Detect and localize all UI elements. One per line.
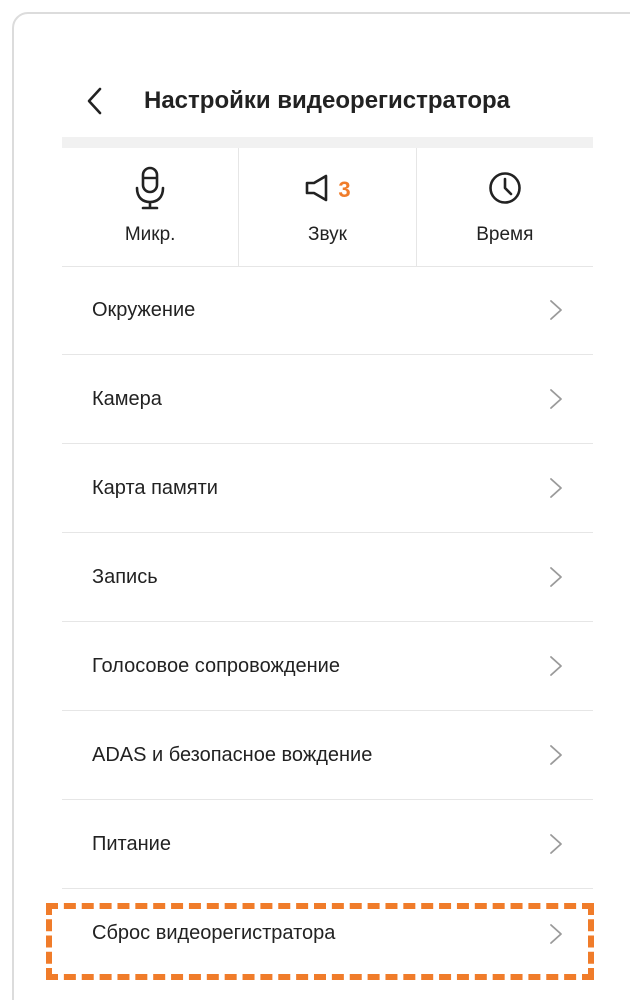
menu-item-label: Запись — [92, 565, 158, 588]
menu-item-camera[interactable]: Камера — [62, 355, 593, 444]
page-title: Настройки видеорегистратора — [144, 87, 511, 114]
quick-action-label: Микр. — [124, 224, 176, 245]
chevron-right-icon — [550, 656, 562, 676]
quick-action-label: Звук — [308, 224, 347, 245]
menu-item-power[interactable]: Питание — [62, 800, 593, 889]
quick-actions: Микр. 3 Звук Время — [62, 148, 593, 267]
section-divider — [62, 137, 593, 148]
menu-item-label: Питание — [92, 832, 171, 855]
menu-item-label: Камера — [92, 387, 162, 410]
chevron-right-icon — [550, 834, 562, 854]
menu-item-label: ADAS и безопасное вождение — [92, 743, 373, 766]
chevron-right-icon — [550, 745, 562, 765]
menu-item-adas[interactable]: ADAS и безопасное вождение — [62, 711, 593, 800]
settings-menu: Окружение Камера Карта памяти Запись Гол… — [62, 266, 593, 978]
menu-item-recording[interactable]: Запись — [62, 533, 593, 622]
menu-item-label: Окружение — [92, 298, 196, 321]
microphone-icon — [133, 166, 167, 215]
chevron-left-icon[interactable] — [86, 81, 126, 121]
menu-item-voice-guidance[interactable]: Голосовое сопровождение — [62, 622, 593, 711]
sound-level-value: 3 — [338, 177, 351, 202]
menu-item-reset-dashcam[interactable]: Сброс видеорегистратора — [62, 889, 593, 978]
clock-icon — [488, 171, 522, 210]
chevron-right-icon — [550, 923, 562, 944]
speaker-icon — [304, 173, 334, 208]
menu-item-memory-card[interactable]: Карта памяти — [62, 444, 593, 533]
menu-item-label: Карта памяти — [92, 476, 218, 499]
menu-item-label: Голосовое сопровождение — [92, 654, 340, 677]
menu-item-label: Сброс видеорегистратора — [92, 922, 336, 944]
menu-item-environment[interactable]: Окружение — [62, 266, 593, 355]
chevron-right-icon — [550, 478, 562, 498]
quick-action-time[interactable]: Время — [415, 148, 593, 266]
chevron-right-icon — [550, 389, 562, 409]
chevron-right-icon — [550, 300, 562, 320]
quick-action-sound[interactable]: 3 Звук — [238, 148, 415, 266]
header: Настройки видеорегистратора — [62, 72, 593, 130]
chevron-right-icon — [550, 567, 562, 587]
quick-action-label: Время — [476, 224, 534, 245]
quick-action-microphone[interactable]: Микр. — [62, 148, 238, 266]
